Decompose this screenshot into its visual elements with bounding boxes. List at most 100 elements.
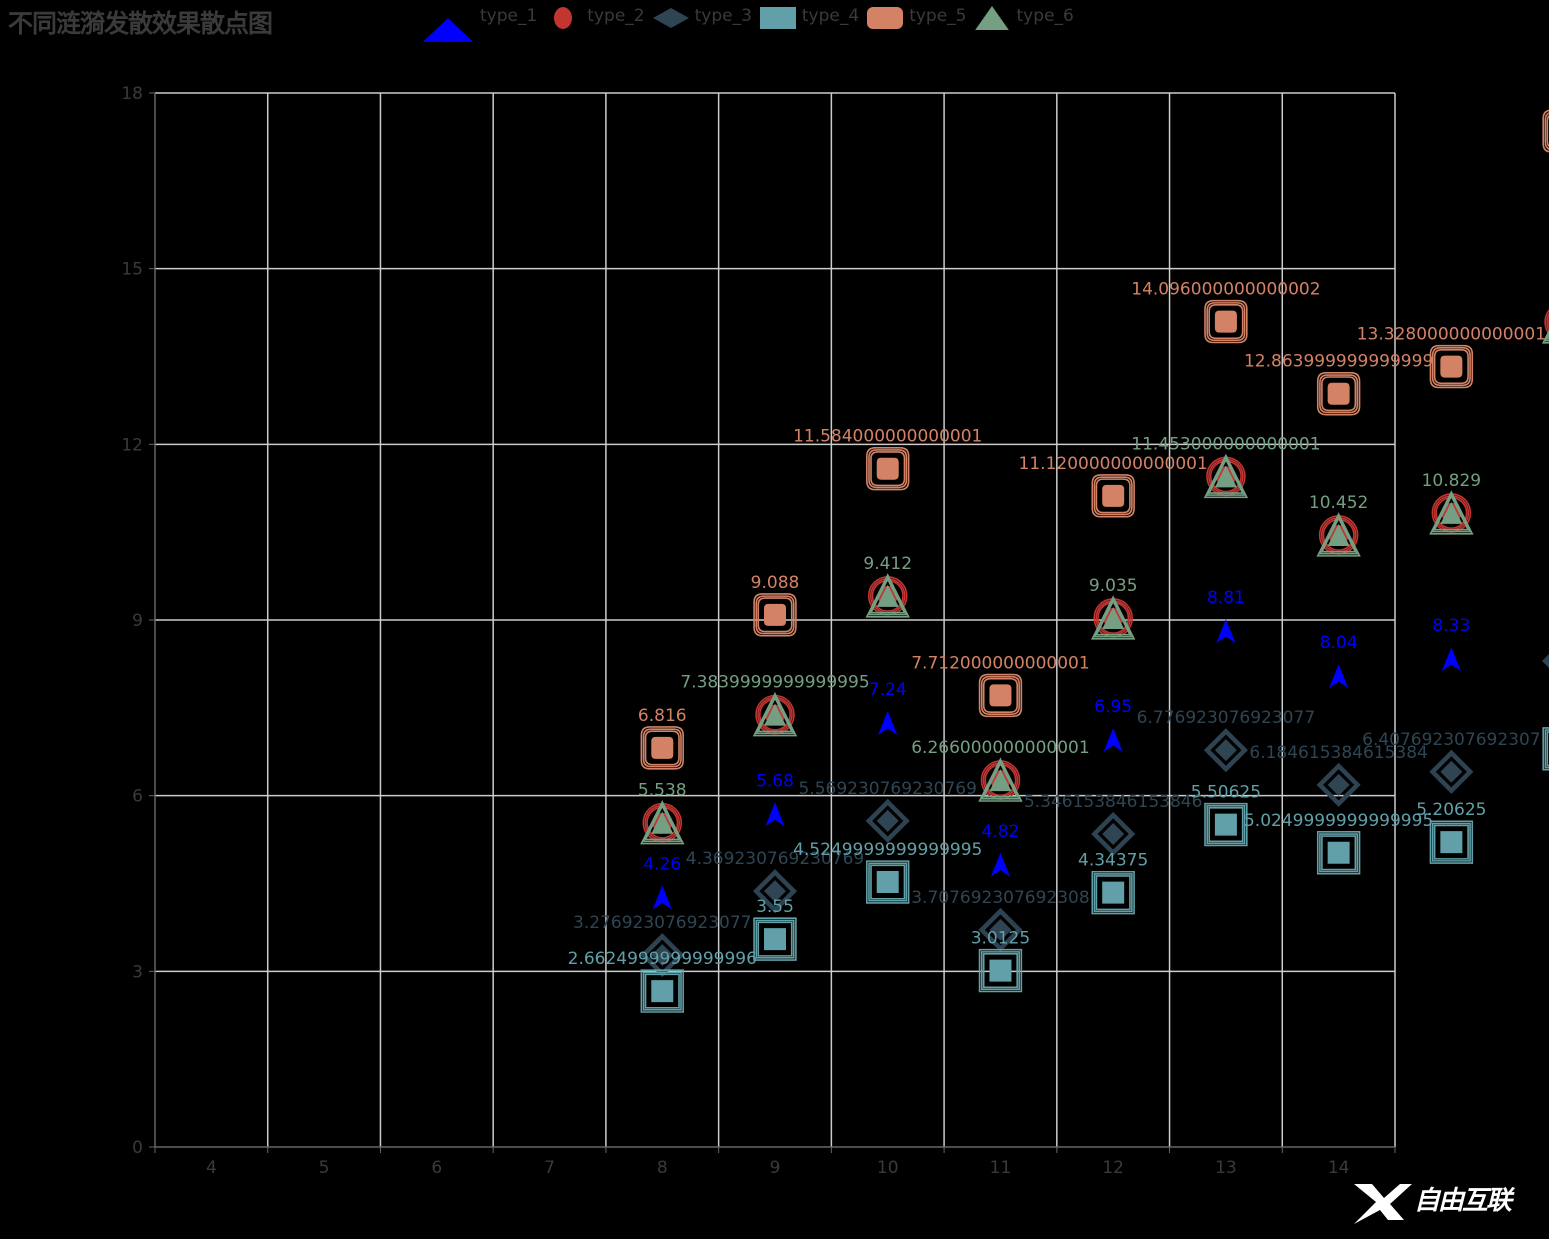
data-label: 9.088 [751, 573, 800, 593]
data-point[interactable]: 11.120000000000001 [1019, 454, 1208, 518]
point-symbol [989, 959, 1012, 982]
data-point[interactable]: 5.0249999999999995 [1244, 811, 1433, 875]
data-point[interactable]: 8.04 [1320, 633, 1358, 689]
point-symbol [765, 802, 785, 827]
point-symbol [1214, 739, 1237, 762]
data-point[interactable] [1542, 109, 1549, 153]
x-tick-label: 8 [657, 1158, 668, 1178]
point-symbol [1327, 382, 1350, 405]
watermark-text: 自由互联 [1414, 1186, 1512, 1216]
data-label: 5.20625 [1416, 800, 1486, 820]
data-point[interactable]: 5.538 [638, 781, 687, 845]
point-symbol [1440, 831, 1463, 854]
data-label: 4.26 [643, 855, 681, 875]
data-point[interactable]: 5.569230769230769 [798, 779, 977, 843]
x-tick-label: 14 [1328, 1158, 1350, 1178]
data-point[interactable] [1542, 640, 1549, 682]
data-label: 8.81 [1207, 588, 1245, 608]
data-label: 7.24 [869, 680, 907, 700]
point-symbol [1216, 619, 1236, 644]
data-point[interactable]: 11.584000000000001 [793, 427, 982, 491]
data-point[interactable]: 8.81 [1207, 588, 1245, 644]
data-point[interactable]: 5.20625 [1416, 800, 1487, 864]
data-label: 5.538 [638, 781, 687, 801]
y-tick-label: 0 [132, 1138, 143, 1158]
y-tick-label: 18 [121, 84, 143, 104]
point-symbol [1329, 664, 1349, 689]
point-symbol [1214, 813, 1237, 836]
data-label: 3.707692307692308 [911, 888, 1089, 908]
data-label: 10.829 [1422, 471, 1481, 491]
data-point[interactable]: 14.096000000000002 [1131, 280, 1321, 344]
point-symbol [990, 852, 1011, 877]
data-point[interactable]: 4.82 [982, 822, 1020, 877]
point-symbol [1440, 760, 1463, 783]
data-point[interactable]: 9.035 [1089, 576, 1138, 640]
x-tick-label: 5 [319, 1158, 330, 1178]
data-label: 11.453000000000001 [1131, 434, 1320, 454]
point-symbol [878, 711, 898, 736]
data-label: 4.5249999999999995 [793, 840, 982, 860]
point-symbol [764, 928, 786, 951]
data-point[interactable]: 6.816 [638, 706, 687, 770]
y-tick-label: 6 [132, 787, 143, 807]
point-symbol [989, 684, 1012, 707]
data-label: 5.346153846153846 [1024, 792, 1202, 812]
y-tick-label: 12 [121, 435, 143, 455]
data-label: 5.569230769230769 [798, 779, 976, 799]
data-label: 13.328000000000001 [1357, 325, 1546, 345]
y-tick-label: 9 [132, 611, 143, 631]
y-tick-label: 3 [132, 962, 143, 982]
data-point[interactable]: 3.55 [753, 897, 797, 961]
scatter-chart: 0 3 6 9 12 15 18 4 5 6 7 8 9 10 11 12 13 14 4.26 5.68 7.24 4.… [121, 84, 1549, 1178]
data-label: 6.776923076923077 [1137, 708, 1315, 728]
x-tick-label: 10 [877, 1158, 899, 1178]
x-tick-label: 6 [431, 1158, 442, 1178]
x-tick-label: 12 [1102, 1158, 1124, 1178]
data-point[interactable]: 8.33 [1432, 616, 1470, 672]
data-label: 4.34375 [1078, 851, 1148, 871]
data-point[interactable]: 7.24 [869, 680, 907, 736]
data-label: 6.407692307692307 [1362, 730, 1540, 750]
point-symbol [1102, 881, 1125, 904]
data-label: 8.04 [1320, 633, 1358, 653]
point-symbol [1440, 355, 1463, 378]
data-point[interactable]: 4.26 [643, 855, 681, 910]
series-type_5: 6.816 9.088 11.584000000000001 7.7120000000… [638, 109, 1549, 770]
data-label: 6.816 [638, 706, 687, 726]
data-point[interactable]: 7.3839999999999995 [680, 673, 870, 737]
data-label: 3.55 [756, 897, 794, 917]
data-point[interactable]: 2.6624999999999996 [568, 949, 757, 1013]
data-point[interactable]: 10.829 [1422, 471, 1481, 535]
x-tick-label: 4 [206, 1158, 217, 1178]
data-label: 2.6624999999999996 [568, 949, 757, 969]
data-point[interactable]: 9.088 [751, 573, 800, 637]
data-point[interactable]: 10.452 [1309, 493, 1368, 557]
point-symbol [876, 871, 899, 894]
data-point[interactable]: 12.863999999999999 [1244, 352, 1433, 416]
data-label: 9.035 [1089, 576, 1138, 596]
data-label: 11.120000000000001 [1019, 454, 1208, 474]
data-label: 8.33 [1432, 616, 1470, 636]
x-tick-label: 11 [990, 1158, 1012, 1178]
x-tick-label: 7 [544, 1158, 555, 1178]
data-point[interactable]: 3.0125 [971, 929, 1030, 993]
point-symbol [1103, 728, 1123, 753]
data-label: 10.452 [1309, 493, 1368, 513]
point-symbol [1214, 310, 1237, 333]
data-point[interactable]: 7.712000000000001 [911, 653, 1090, 718]
data-label: 7.3839999999999995 [680, 673, 869, 693]
data-point[interactable] [1542, 727, 1549, 771]
x-tick-label: 13 [1215, 1158, 1237, 1178]
point-symbol [876, 457, 899, 480]
data-label: 14.096000000000002 [1131, 280, 1320, 300]
data-label: 4.82 [982, 822, 1020, 842]
data-label: 6.95 [1094, 697, 1132, 717]
watermark-x-logo-icon [1354, 1184, 1412, 1224]
data-point[interactable]: 5.346153846153846 [1024, 792, 1202, 856]
data-point[interactable]: 9.412 [863, 554, 912, 618]
series-type_4: 2.6624999999999996 3.55 4.5249999999999995… [568, 727, 1549, 1013]
point-symbol [1441, 647, 1461, 672]
data-point[interactable]: 5.68 [756, 771, 794, 827]
data-point[interactable]: 6.95 [1094, 697, 1132, 753]
